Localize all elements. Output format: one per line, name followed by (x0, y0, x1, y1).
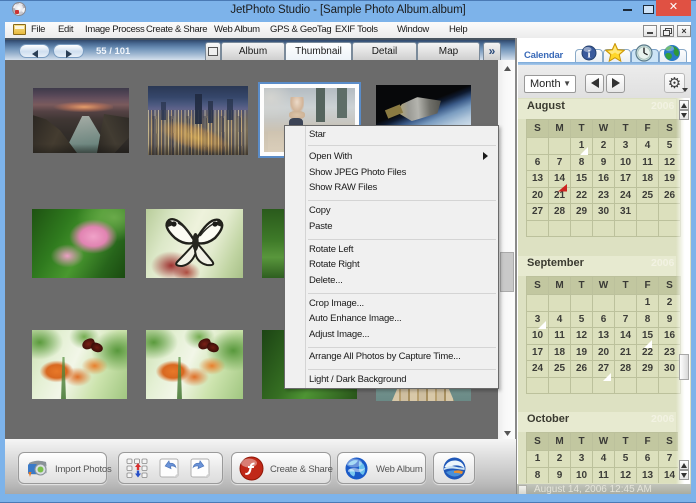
svg-text:i: i (587, 49, 590, 61)
